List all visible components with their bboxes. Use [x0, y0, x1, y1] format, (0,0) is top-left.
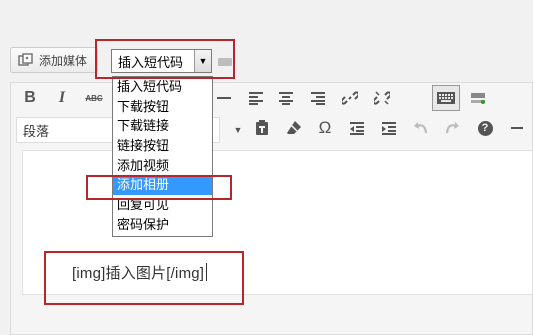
highlight-box-content — [44, 251, 244, 305]
indent-icon[interactable] — [377, 116, 401, 140]
hr-icon[interactable] — [212, 86, 236, 110]
shortcode-option[interactable]: 添加视频 — [113, 156, 212, 176]
shortcode-dropdown-list: 插入短代码 下载按钮 下载链接 链接按钮 添加视频 添加相册 回复可见 密码保护 — [112, 76, 213, 237]
add-media-button[interactable]: 添加媒体 — [10, 47, 98, 73]
redo-icon[interactable] — [440, 116, 464, 140]
shortcode-option[interactable]: 链接按钮 — [113, 136, 212, 156]
highlight-box-option — [86, 175, 232, 200]
undo-icon[interactable] — [409, 116, 433, 140]
highlight-box-shortcode — [95, 39, 235, 79]
shortcode-option[interactable]: 下载按钮 — [113, 97, 212, 117]
special-char-icon[interactable]: Ω — [313, 116, 337, 140]
align-left-icon[interactable] — [244, 86, 268, 110]
strikethrough-icon[interactable]: ABC — [82, 86, 106, 110]
align-center-icon[interactable] — [274, 86, 298, 110]
format-select-value: 段落 — [23, 123, 50, 139]
unlink-icon[interactable] — [370, 86, 394, 110]
shortcode-option[interactable]: 插入短代码 — [113, 77, 212, 97]
paste-text-icon[interactable] — [250, 116, 274, 140]
bold-icon[interactable]: B — [18, 86, 42, 110]
keyboard-toggle-icon[interactable] — [432, 85, 460, 111]
collapse-icon[interactable] — [505, 116, 529, 140]
italic-icon[interactable]: I — [50, 86, 74, 110]
align-right-icon[interactable] — [306, 86, 330, 110]
insert-more-icon[interactable] — [466, 86, 490, 110]
link-icon[interactable] — [338, 86, 362, 110]
media-icon — [17, 52, 35, 68]
add-media-label: 添加媒体 — [39, 53, 88, 68]
clear-format-icon[interactable] — [282, 116, 306, 140]
shortcode-option[interactable]: 密码保护 — [113, 215, 212, 235]
help-icon[interactable]: ? — [473, 116, 497, 140]
text-color-dropdown-icon[interactable]: ▼ — [226, 118, 250, 142]
outdent-icon[interactable] — [345, 116, 369, 140]
shortcode-option[interactable]: 下载链接 — [113, 116, 212, 136]
